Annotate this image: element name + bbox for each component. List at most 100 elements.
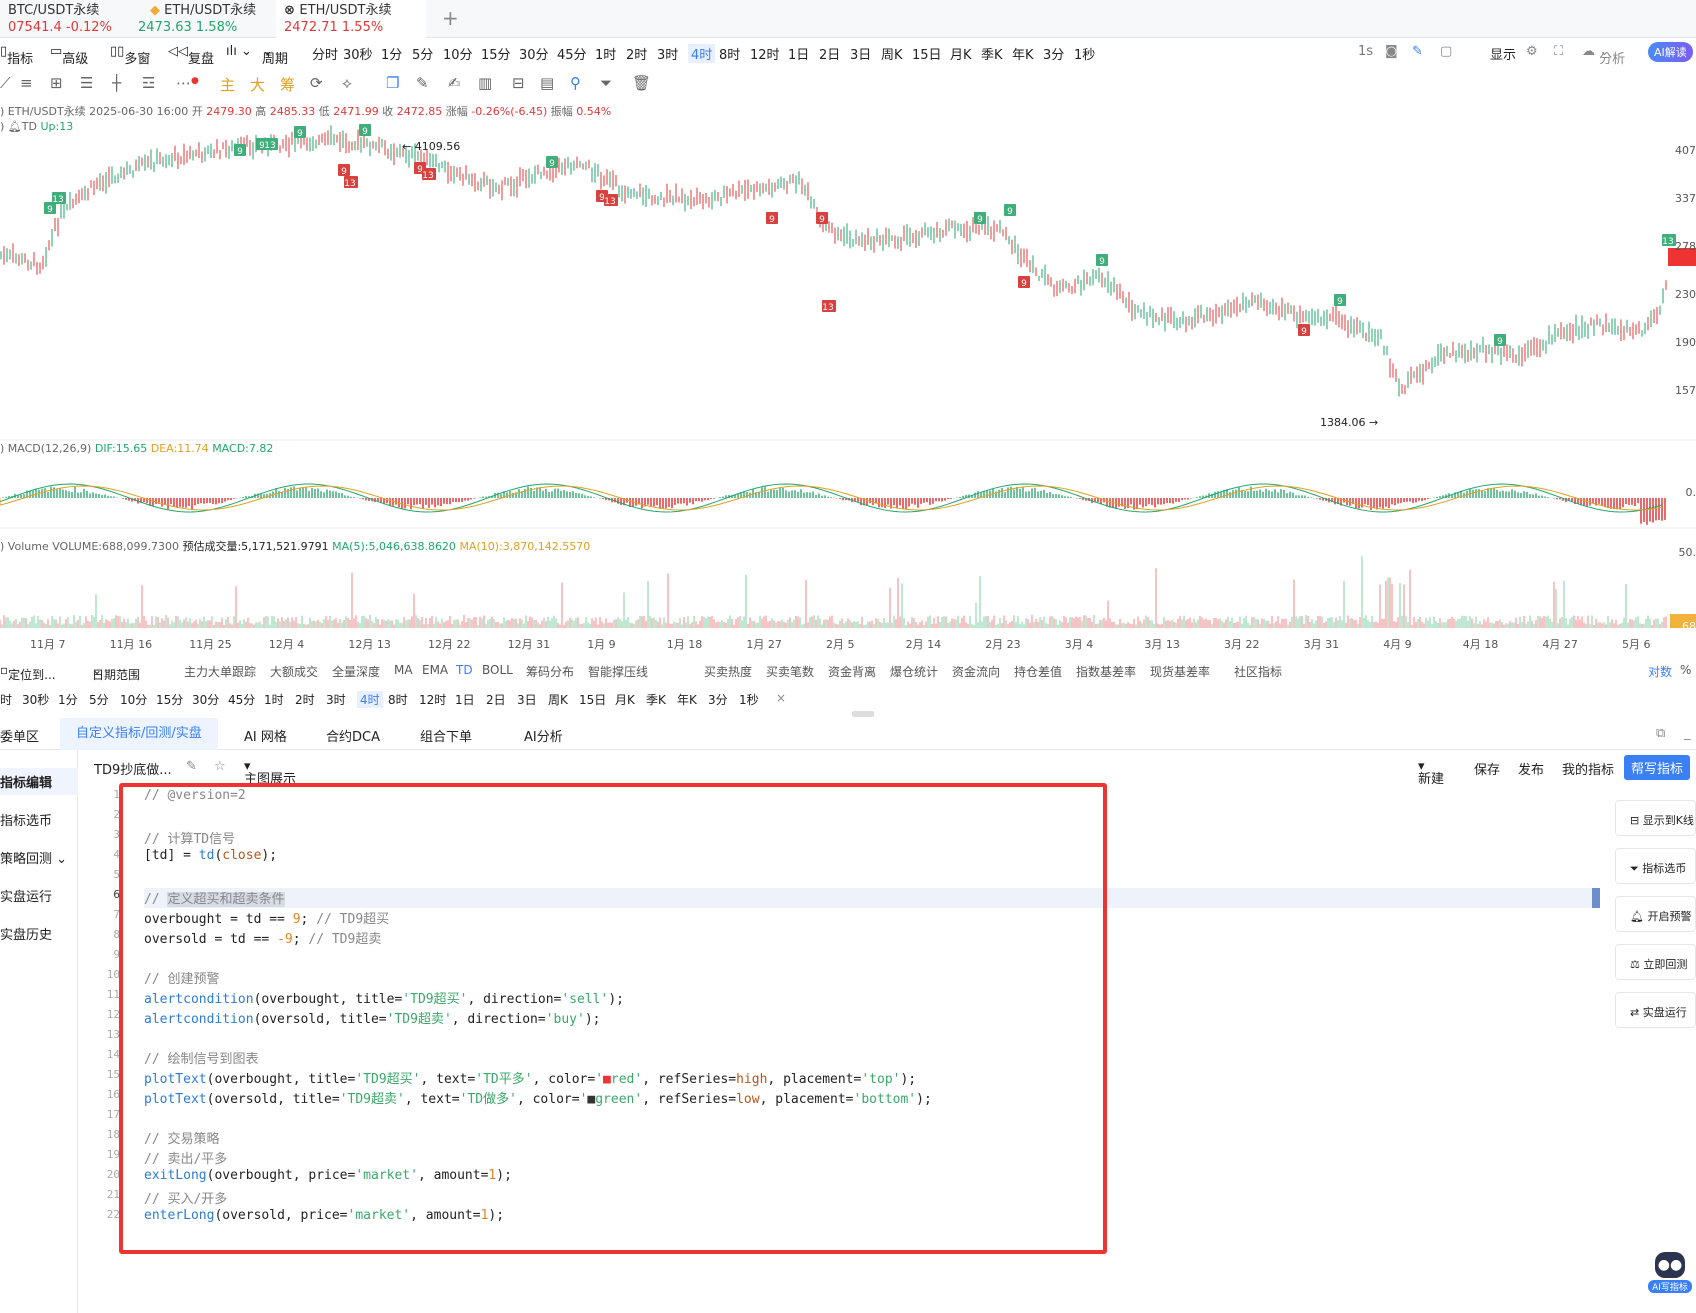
- indicator-9[interactable]: 买卖热度: [704, 663, 752, 680]
- panel-resize-handle[interactable]: [852, 711, 874, 717]
- period-bar-7[interactable]: 45分: [228, 691, 255, 708]
- brush-icon[interactable]: ✍: [448, 74, 461, 92]
- close-icon[interactable]: ×: [776, 691, 786, 705]
- speed-1s[interactable]: 1s: [1358, 44, 1373, 59]
- period-bar-22[interactable]: 3分: [708, 691, 728, 708]
- indicator-17[interactable]: 社区指标: [1234, 663, 1282, 680]
- period-1[interactable]: 30秒: [343, 44, 373, 63]
- tab-ai-grid[interactable]: AI 网格: [244, 726, 287, 745]
- my-indicators-button[interactable]: 我的指标: [1562, 759, 1614, 778]
- price-chart[interactable]: 91399 139 991391399 139 913999999913: [0, 100, 1696, 640]
- period-0[interactable]: 分时: [312, 44, 338, 63]
- indicator-13[interactable]: 资金流向: [952, 663, 1000, 680]
- log-toggle[interactable]: 对数: [1648, 663, 1672, 680]
- period-4[interactable]: 10分: [443, 44, 473, 63]
- ai-interpret-button[interactable]: AI解读: [1648, 42, 1693, 62]
- period-bar-20[interactable]: 季K: [646, 691, 666, 708]
- date-range-dropdown[interactable]: 日期范围 ⌄: [92, 663, 140, 682]
- magnet-icon[interactable]: ⟡: [342, 74, 352, 92]
- period-22[interactable]: 3分: [1043, 44, 1064, 63]
- indicator-4[interactable]: EMA: [422, 663, 448, 677]
- add-tab-button[interactable]: +: [442, 6, 459, 30]
- period-8[interactable]: 1时: [595, 44, 616, 63]
- period-15[interactable]: 2日: [819, 44, 840, 63]
- period-bar-9[interactable]: 2时: [295, 691, 315, 708]
- save-button[interactable]: 保存: [1474, 759, 1500, 778]
- period-13[interactable]: 12时: [750, 44, 780, 63]
- indicator-16[interactable]: 现货基差率: [1150, 663, 1210, 680]
- period-6[interactable]: 30分: [519, 44, 549, 63]
- lock-icon[interactable]: ⊟: [512, 74, 525, 92]
- tab-eth-active[interactable]: ⊗ ETH/USDT永续 2472.71 1.55%: [276, 0, 426, 38]
- big-order-tool[interactable]: 大: [250, 74, 265, 95]
- link-icon[interactable]: ⚲: [570, 74, 581, 92]
- chip-tool[interactable]: 筹: [280, 74, 295, 95]
- popout-icon[interactable]: ⧉: [1656, 726, 1665, 741]
- tab-eth-1[interactable]: ◆ ETH/USDT永续 2473.63 1.58%: [130, 0, 272, 38]
- period-19[interactable]: 月K: [950, 44, 972, 63]
- menu-indicator-screener[interactable]: 指标选币: [0, 810, 52, 829]
- menu-live-run[interactable]: 实盘运行: [0, 886, 52, 905]
- ai-robot-button[interactable]: ●● AI写指标: [1648, 1252, 1692, 1296]
- period-16[interactable]: 3日: [850, 44, 871, 63]
- locate-button[interactable]: ▫ 定位到...: [0, 663, 56, 682]
- tab-custom-indicator[interactable]: 自定义指标/回测/实盘: [60, 718, 218, 750]
- period-bar-19[interactable]: 月K: [615, 691, 635, 708]
- tab-ai-analysis[interactable]: AI分析: [524, 726, 563, 745]
- period-bar-8[interactable]: 1时: [264, 691, 284, 708]
- period-dropdown[interactable]: 周期 ⌄: [262, 44, 288, 67]
- close-icon[interactable]: ⊗: [284, 3, 299, 18]
- more-tools-icon[interactable]: ⋯ ●: [176, 74, 199, 92]
- pencil-icon[interactable]: ✎: [416, 74, 429, 92]
- pen-icon[interactable]: ✎: [1412, 44, 1423, 59]
- period-bar-3[interactable]: 5分: [89, 691, 109, 708]
- menu-backtest[interactable]: 策略回测 ⌄: [0, 848, 67, 867]
- period-7[interactable]: 45分: [557, 44, 587, 63]
- indicator-10[interactable]: 买卖笔数: [766, 663, 814, 680]
- indicator-5[interactable]: TD: [456, 663, 473, 677]
- run-backtest-button[interactable]: ⚖ 立即回测: [1615, 944, 1696, 980]
- indicator-button[interactable]: ▯ 指标: [0, 44, 33, 67]
- indicator-0[interactable]: 主力大单跟踪: [184, 663, 256, 680]
- settings-icon[interactable]: ⚙: [1526, 44, 1538, 59]
- period-18[interactable]: 15日: [912, 44, 942, 63]
- help-write-button[interactable]: 帮写指标: [1624, 755, 1691, 780]
- period-12[interactable]: 8时: [719, 44, 740, 63]
- hline-tool-icon[interactable]: ≡: [20, 74, 33, 92]
- analysis-dropdown[interactable]: ☁ 分析 ⌄: [1582, 44, 1625, 67]
- indicator-8[interactable]: 智能撑压线: [588, 663, 648, 680]
- parallel-tool-icon[interactable]: ☰: [80, 74, 93, 92]
- filter-icon[interactable]: ⏷: [600, 74, 612, 92]
- indicator-7[interactable]: 筹码分布: [526, 663, 574, 680]
- measure-icon[interactable]: ⟳: [310, 74, 323, 92]
- period-17[interactable]: 周K: [881, 44, 903, 63]
- copy-icon[interactable]: ❐: [386, 74, 399, 92]
- period-bar-18[interactable]: 15日: [579, 691, 606, 708]
- tab-combo-order[interactable]: 组合下单: [420, 726, 472, 745]
- cross-tool-icon[interactable]: ┼: [112, 74, 121, 92]
- tab-dca[interactable]: 合约DCA: [326, 726, 380, 745]
- indicator-11[interactable]: 资金背离: [828, 663, 876, 680]
- period-bar-16[interactable]: 3日: [517, 691, 537, 708]
- show-on-kline-button[interactable]: ⊟ 显示到K线: [1615, 800, 1696, 836]
- layout-icon[interactable]: ▢: [1440, 44, 1452, 59]
- bars-icon[interactable]: ▥: [478, 74, 492, 92]
- indicator-2[interactable]: 全量深度: [332, 663, 380, 680]
- fib-tool-icon[interactable]: ☲: [142, 74, 155, 92]
- indicator-12[interactable]: 爆仓统计: [890, 663, 938, 680]
- indicator-1[interactable]: 大额成交: [270, 663, 318, 680]
- tab-btc[interactable]: BTC/USDT永续 07541.4 -0.12%: [0, 0, 120, 38]
- period-11[interactable]: 4时: [688, 44, 716, 63]
- percent-toggle[interactable]: %: [1680, 663, 1691, 677]
- period-bar-14[interactable]: 1日: [455, 691, 475, 708]
- publish-button[interactable]: 发布: [1518, 759, 1544, 778]
- indicator-3[interactable]: MA: [394, 663, 413, 677]
- period-bar-15[interactable]: 2日: [486, 691, 506, 708]
- period-bar-2[interactable]: 1分: [58, 691, 78, 708]
- display-button[interactable]: 显示: [1490, 44, 1516, 63]
- multi-window-button[interactable]: ▯▯ 多窗: [110, 44, 150, 67]
- period-21[interactable]: 年K: [1012, 44, 1034, 63]
- period-bar-11[interactable]: 4时: [357, 691, 383, 708]
- indicator-screener-button[interactable]: ⏷ 指标选币: [1615, 848, 1696, 884]
- period-23[interactable]: 1秒: [1074, 44, 1095, 63]
